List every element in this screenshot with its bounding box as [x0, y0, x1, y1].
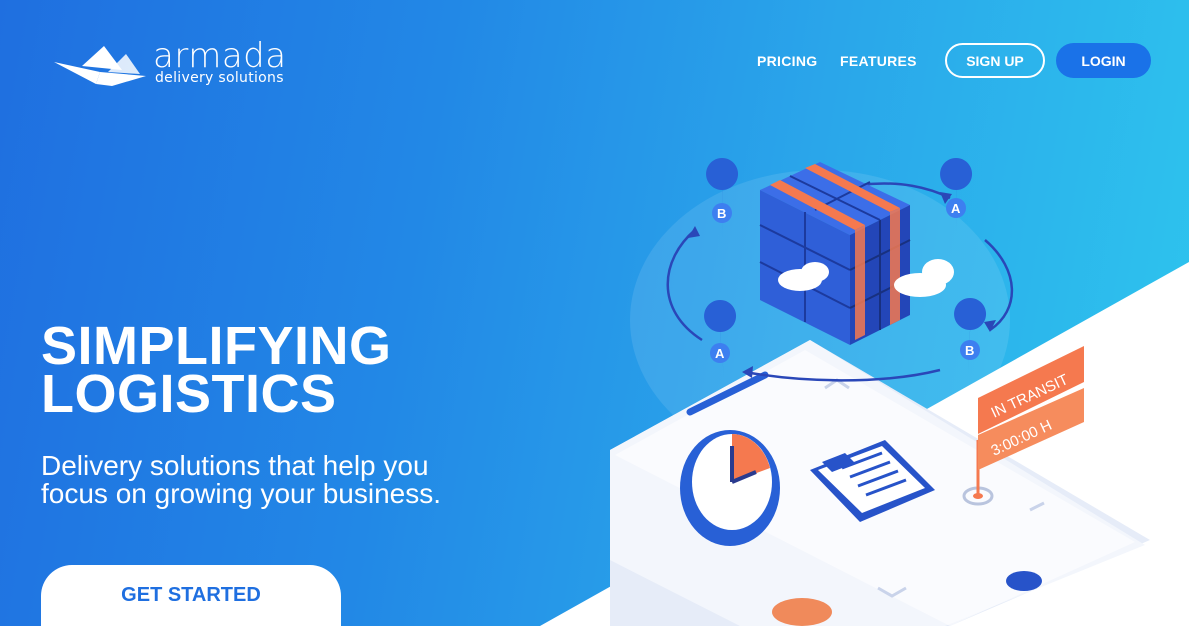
brand-tagline: delivery solutions: [155, 70, 284, 86]
pin-label: A: [715, 346, 725, 361]
hero-section: IN TRANSIT 3:00:00 H B A A B armada deli…: [0, 0, 1189, 626]
pin-label: A: [951, 201, 961, 216]
headline-line-1: SIMPLIFYING: [41, 316, 392, 376]
get-started-button[interactable]: GET STARTED: [41, 565, 341, 626]
pin-label: B: [965, 343, 974, 358]
hero-headline: SIMPLIFYING LOGISTICS: [41, 316, 392, 424]
nav-link-pricing[interactable]: PRICING: [757, 53, 817, 69]
pin-label: B: [717, 206, 726, 221]
brand-logo[interactable]: armada delivery solutions: [52, 36, 312, 88]
login-button[interactable]: LOGIN: [1056, 43, 1151, 78]
sign-up-button[interactable]: SIGN UP: [945, 43, 1045, 78]
logistics-illustration: IN TRANSIT 3:00:00 H B A A B: [610, 158, 1150, 626]
nav-link-features[interactable]: FEATURES: [840, 53, 917, 69]
hero-subtitle: Delivery solutions that help you focus o…: [41, 450, 441, 509]
clock-icon: [680, 430, 780, 546]
headline-line-2: LOGISTICS: [41, 364, 337, 424]
paper-boat-icon: [54, 46, 146, 86]
